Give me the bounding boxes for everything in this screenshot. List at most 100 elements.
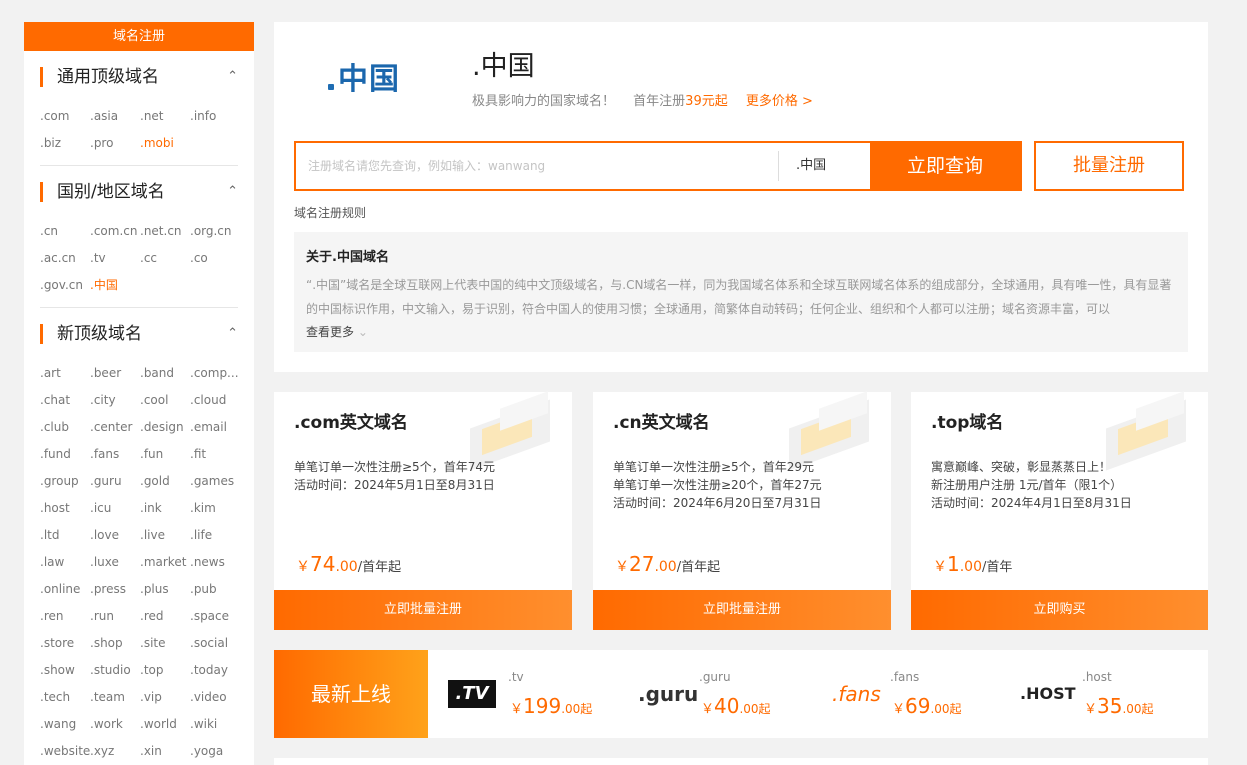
domain-link[interactable]: .ren [40, 603, 90, 630]
domain-link[interactable]: .fit [190, 441, 240, 468]
domain-link[interactable]: .net.cn [140, 218, 190, 245]
domain-link[interactable]: .wang [40, 711, 90, 738]
domain-link[interactable]: .gold [140, 468, 190, 495]
domain-link[interactable]: .website [40, 738, 90, 765]
domain-link[interactable]: .cool [140, 387, 190, 414]
chevron-up-icon[interactable]: ⌃ [227, 308, 238, 360]
domain-link[interactable]: .net [140, 103, 190, 130]
promo-line: 单笔订单一次性注册≥5个，首年29元 [613, 460, 814, 474]
domain-link[interactable]: .today [190, 657, 240, 684]
domain-link[interactable]: .art [40, 360, 90, 387]
domain-link[interactable]: .gov.cn [40, 272, 90, 299]
domain-link[interactable]: .com.cn [90, 218, 140, 245]
chevron-up-icon[interactable]: ⌃ [227, 166, 238, 218]
domain-link[interactable]: .pub [190, 576, 240, 603]
domain-link[interactable]: .center [90, 414, 140, 441]
domain-link[interactable]: .plus [140, 576, 190, 603]
domain-link[interactable]: .group [40, 468, 90, 495]
domain-link[interactable]: .red [140, 603, 190, 630]
domain-link[interactable]: .world [140, 711, 190, 738]
domain-link[interactable]: .market [140, 549, 190, 576]
domain-link[interactable]: .cloud [190, 387, 240, 414]
tld-subtitle: 极具影响力的国家域名！ 首年注册39元起 更多价格 > [472, 90, 813, 109]
card-action-button[interactable]: 立即批量注册 [274, 590, 572, 630]
domain-link[interactable]: .guru [90, 468, 140, 495]
new-item-guru[interactable]: .guru .guru ￥40.00起 [638, 650, 818, 738]
new-item-fans[interactable]: .fans .fans ￥69.00起 [832, 650, 1012, 738]
domain-link[interactable]: .life [190, 522, 240, 549]
domain-link[interactable]: .store [40, 630, 90, 657]
search-button[interactable]: 立即查询 [870, 143, 1020, 189]
card-action-button[interactable]: 立即购买 [911, 590, 1208, 630]
domain-link[interactable]: .cn [40, 218, 90, 245]
domain-link[interactable]: .tv [90, 245, 140, 272]
domain-link[interactable]: .fans [90, 441, 140, 468]
domain-link[interactable]: .band [140, 360, 190, 387]
domain-link[interactable]: .ltd [40, 522, 90, 549]
domain-link[interactable]: .yoga [190, 738, 240, 765]
domain-link[interactable]: .biz [40, 130, 90, 157]
domain-link[interactable]: .team [90, 684, 140, 711]
domain-link[interactable]: .kim [190, 495, 240, 522]
domain-link[interactable]: .host [40, 495, 90, 522]
card-action-button[interactable]: 立即批量注册 [593, 590, 891, 630]
domain-link[interactable]: .video [190, 684, 240, 711]
domain-link[interactable]: .law [40, 549, 90, 576]
domain-link[interactable]: .tech [40, 684, 90, 711]
bulk-register-button[interactable]: 批量注册 [1034, 141, 1184, 191]
domain-link[interactable]: .news [190, 549, 240, 576]
domain-link[interactable]: .xyz [90, 738, 140, 765]
domain-link[interactable]: .com [40, 103, 90, 130]
domain-link[interactable]: .top [140, 657, 190, 684]
domain-link[interactable]: .wiki [190, 711, 240, 738]
domain-link[interactable]: .studio [90, 657, 140, 684]
domain-link[interactable]: .comp... [190, 360, 240, 387]
domain-link[interactable]: .中国 [90, 272, 140, 299]
view-more-link[interactable]: 查看更多 ⌄ [306, 323, 1176, 340]
new-item-host[interactable]: .HOST .host ￥35.00起 [1020, 650, 1200, 738]
domain-link[interactable]: .city [90, 387, 140, 414]
domain-link[interactable]: .info [190, 103, 240, 130]
domain-link[interactable]: .show [40, 657, 90, 684]
domain-link[interactable]: .online [40, 576, 90, 603]
domain-link[interactable]: .chat [40, 387, 90, 414]
domain-link[interactable]: .icu [90, 495, 140, 522]
domain-link[interactable]: .fun [140, 441, 190, 468]
domain-link[interactable]: .org.cn [190, 218, 240, 245]
domain-link[interactable]: .luxe [90, 549, 140, 576]
domain-link[interactable]: .vip [140, 684, 190, 711]
domain-search-input[interactable] [296, 143, 778, 189]
domain-link[interactable]: .run [90, 603, 140, 630]
domain-link[interactable]: .press [90, 576, 140, 603]
domain-link[interactable]: .beer [90, 360, 140, 387]
domain-link[interactable]: .pro [90, 130, 140, 157]
domain-link[interactable]: .games [190, 468, 240, 495]
domain-link[interactable]: .work [90, 711, 140, 738]
price-int: 199 [523, 694, 562, 718]
group-title[interactable]: 国别/地区域名 ⌃ [40, 166, 238, 218]
new-item-tv[interactable]: .TV .tv ￥199.00起 [448, 650, 628, 738]
domain-link[interactable]: .asia [90, 103, 140, 130]
domain-link[interactable]: .site [140, 630, 190, 657]
domain-link[interactable]: .shop [90, 630, 140, 657]
domain-link[interactable]: .mobi [140, 130, 190, 157]
domain-link[interactable]: .design [140, 414, 190, 441]
registration-rules-link[interactable]: 域名注册规则 [294, 204, 366, 221]
domain-link[interactable]: .space [190, 603, 240, 630]
more-prices-link[interactable]: 更多价格 > [746, 94, 813, 109]
domain-link[interactable]: .live [140, 522, 190, 549]
domain-link[interactable]: .email [190, 414, 240, 441]
domain-link[interactable]: .co [190, 245, 240, 272]
domain-link[interactable]: .xin [140, 738, 190, 765]
suffix-select[interactable]: .中国 [796, 143, 826, 189]
domain-link[interactable]: .social [190, 630, 240, 657]
domain-link[interactable]: .ac.cn [40, 245, 90, 272]
domain-link[interactable]: .club [40, 414, 90, 441]
group-title[interactable]: 通用顶级域名 ⌃ [40, 51, 238, 103]
chevron-up-icon[interactable]: ⌃ [227, 51, 238, 103]
domain-link[interactable]: .ink [140, 495, 190, 522]
group-title[interactable]: 新顶级域名 ⌃ [40, 308, 238, 360]
domain-link[interactable]: .fund [40, 441, 90, 468]
domain-link[interactable]: .love [90, 522, 140, 549]
domain-link[interactable]: .cc [140, 245, 190, 272]
